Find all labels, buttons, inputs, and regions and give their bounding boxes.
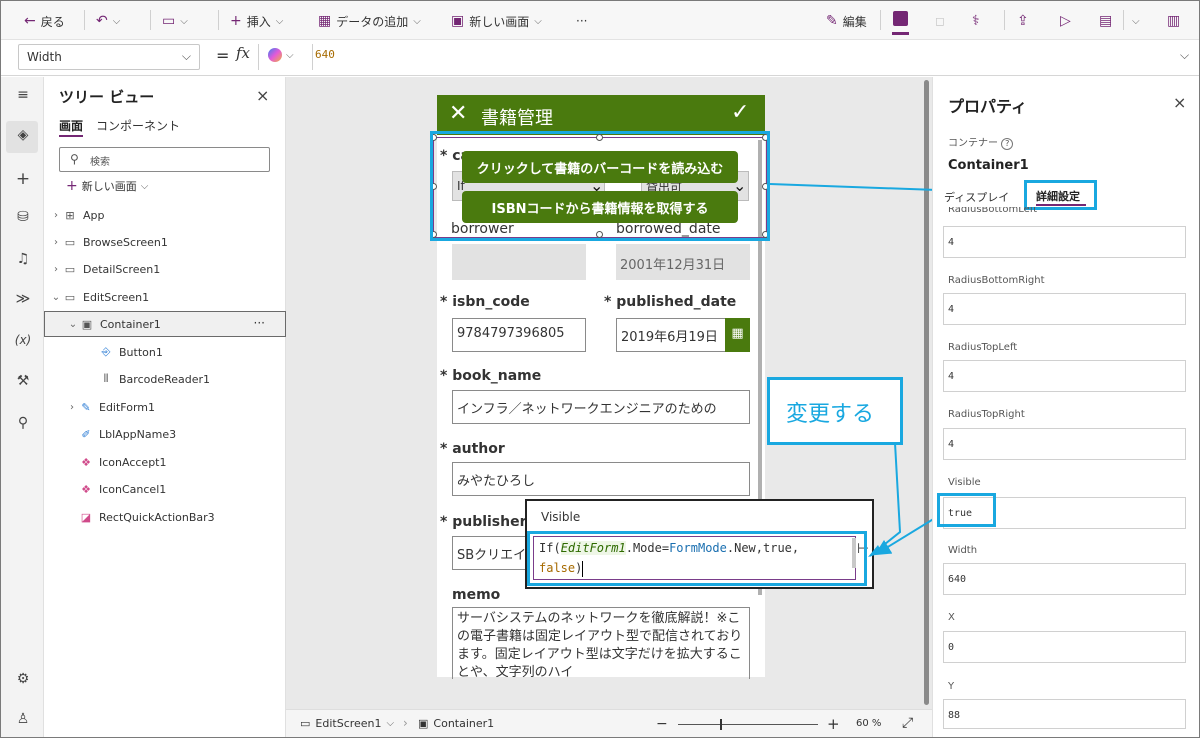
prop-label: Width — [948, 545, 978, 556]
fit-screen-icon[interactable]: ⤢ — [902, 715, 913, 731]
control-name: Container1 — [948, 158, 1029, 173]
zoom-out-button[interactable]: − — [656, 716, 668, 732]
prop-label: RadiusTopRight — [948, 409, 1025, 420]
prop-radius-top-left[interactable]: 4 — [943, 360, 1186, 392]
prop-label: Visible — [948, 477, 981, 488]
zoom-slider-thumb[interactable] — [720, 719, 722, 730]
properties-title: プロパティ — [948, 97, 1028, 116]
screen-icon: ▭ — [300, 717, 311, 730]
help-icon: ? — [1001, 138, 1014, 150]
arrow-annotation-to-formula — [869, 442, 902, 557]
breadcrumb-screen[interactable]: ▭ EditScreen1 ⌵ — [300, 717, 394, 730]
prop-label: RadiusBottomRight — [948, 275, 1045, 286]
prop-y[interactable]: 88 — [943, 699, 1186, 729]
container-icon: ▣ — [418, 717, 429, 730]
prop-label: RadiusTopLeft — [948, 342, 1018, 353]
prop-width[interactable]: 640 — [943, 563, 1186, 595]
zoom-value: 60 % — [856, 718, 882, 729]
tab-display[interactable]: ディスプレイ — [944, 189, 1009, 205]
close-icon[interactable]: × — [1173, 93, 1186, 112]
prop-label: Y — [948, 681, 955, 692]
breadcrumb-separator: › — [403, 716, 408, 730]
prop-label: X — [948, 612, 955, 623]
arrow-visible-to-formula — [874, 514, 941, 556]
control-type: コンテナー ? — [948, 134, 1014, 150]
zoom-in-button[interactable]: + — [827, 715, 840, 733]
status-bar: ▭ EditScreen1 ⌵ › ▣ Container1 − + 60 % ⤢ — [286, 709, 932, 738]
prop-radius-bottom-right[interactable]: 4 — [943, 293, 1186, 325]
prop-x[interactable]: 0 — [943, 631, 1186, 663]
breadcrumb-container[interactable]: ▣ Container1 — [418, 717, 494, 730]
advanced-tab-highlight — [1024, 180, 1097, 210]
prop-radius-top-right[interactable]: 4 — [943, 428, 1186, 460]
prop-radius-bottom-left[interactable]: 4 — [943, 226, 1186, 258]
prop-label: RadiusBottomLeft — [948, 207, 1038, 215]
visible-highlight — [937, 493, 996, 527]
zoom-slider[interactable] — [678, 724, 818, 725]
chevron-down-icon: ⌵ — [386, 718, 395, 729]
